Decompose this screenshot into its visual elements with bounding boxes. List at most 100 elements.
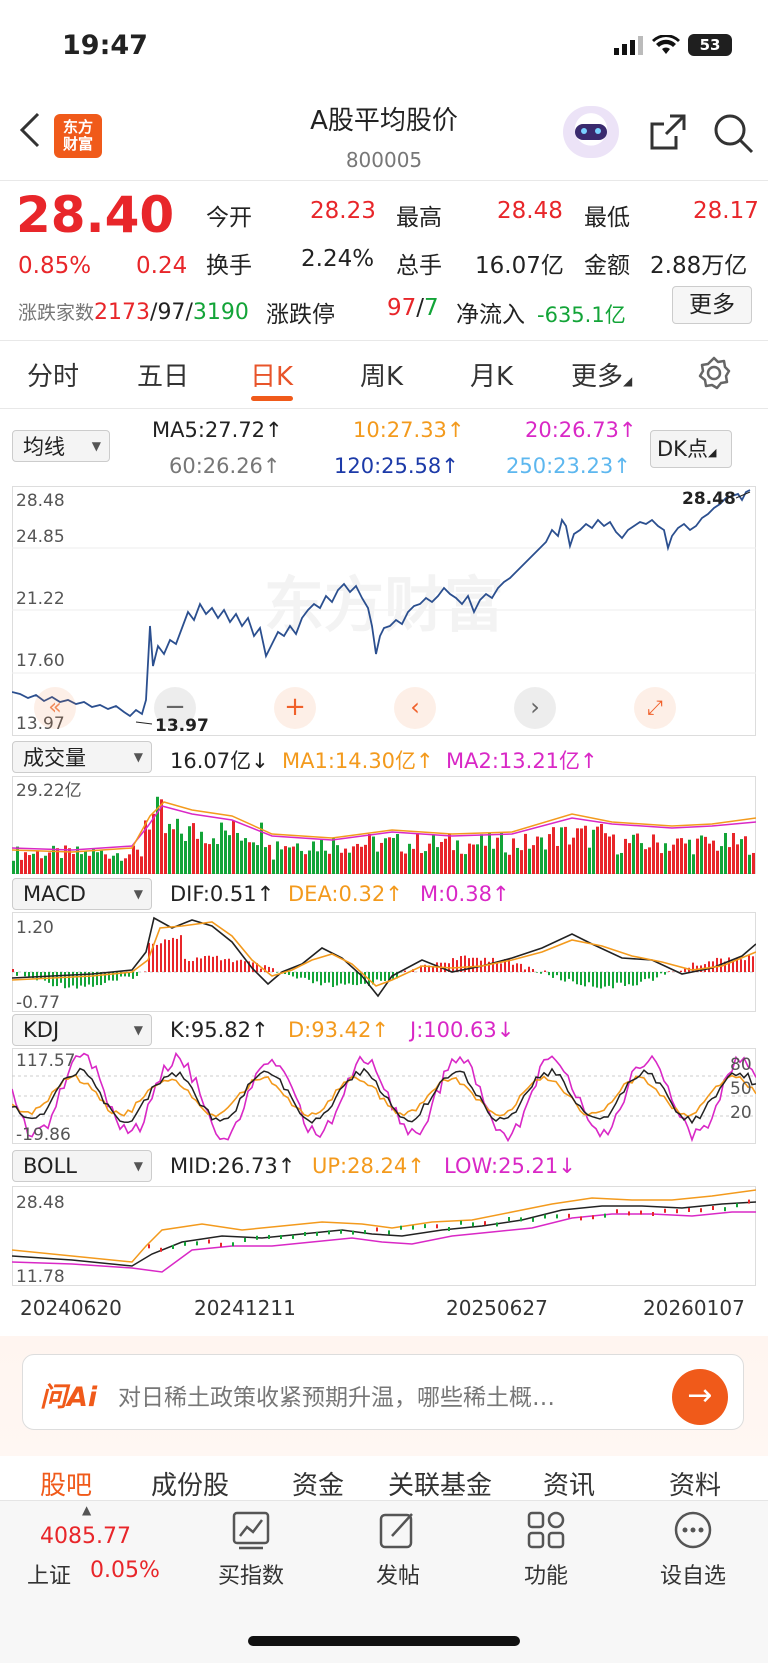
tab-monthly-k[interactable]: 月K <box>470 356 513 393</box>
volume-bar <box>348 852 351 874</box>
kdj-ref-80: 80 <box>730 1055 752 1075</box>
nav-buy-index[interactable]: 买指数 <box>196 1558 306 1590</box>
boll-candle <box>664 1208 666 1213</box>
dk-button[interactable]: DK点◢ <box>650 430 732 468</box>
kdj-top-label: 117.57 <box>16 1051 75 1071</box>
macd-selector[interactable]: MACD ▼ <box>12 878 152 910</box>
buy-index-icon[interactable] <box>231 1510 271 1550</box>
macd-bar <box>680 970 682 972</box>
robot-assistant-icon[interactable] <box>563 106 619 158</box>
macd-bar <box>632 972 634 986</box>
index-name[interactable]: 上证 <box>27 1558 71 1590</box>
zoom-in-button[interactable]: + <box>274 687 316 729</box>
ma-selector[interactable]: 均线 ▼ <box>12 430 110 462</box>
macd-bar <box>648 972 650 979</box>
share-icon[interactable] <box>648 112 688 152</box>
volume-bar <box>684 843 687 874</box>
subtab-news[interactable]: 资讯 <box>543 1465 595 1502</box>
boll-candle <box>496 1222 498 1227</box>
ma120-value: 120:25.58↑ <box>334 454 459 478</box>
subtab-related-funds[interactable]: 关联基金 <box>388 1465 492 1502</box>
scroll-left-button[interactable]: « <box>34 687 76 729</box>
boll-candle <box>340 1229 342 1234</box>
down-count: 3190 <box>192 300 249 325</box>
next-button[interactable]: › <box>514 687 556 729</box>
macd-bar <box>628 972 630 985</box>
boll-candle <box>556 1214 558 1219</box>
tab-minute[interactable]: 分时 <box>27 356 79 393</box>
subtab-guba[interactable]: 股吧 <box>40 1465 92 1502</box>
zoom-out-button[interactable]: − <box>154 687 196 729</box>
subtab-profile[interactable]: 资料 <box>669 1465 721 1502</box>
volume-bar <box>480 834 483 874</box>
volume-bar <box>344 848 347 874</box>
volume-bar <box>92 849 95 874</box>
boll-candle <box>652 1211 654 1216</box>
nav-add-watchlist[interactable]: 设自选 <box>638 1558 748 1590</box>
macd-bar <box>292 972 294 977</box>
separator: / <box>185 300 193 325</box>
more-options-icon[interactable] <box>673 1510 713 1550</box>
boll-candle <box>172 1244 174 1249</box>
settings-icon[interactable] <box>697 356 731 390</box>
volume-bar <box>188 826 191 874</box>
volume-bar <box>560 827 563 874</box>
prev-button[interactable]: ‹ <box>394 687 436 729</box>
macd-bar <box>336 972 338 986</box>
y-label-1: 28.48 <box>16 491 65 511</box>
functions-icon[interactable] <box>526 1510 566 1550</box>
volume-label: 总手 <box>396 253 442 279</box>
kdj-selector[interactable]: KDJ ▼ <box>12 1014 152 1046</box>
volume-bar <box>580 828 583 874</box>
boll-candle <box>592 1215 594 1220</box>
volume-bar <box>624 838 627 874</box>
boll-candle <box>160 1247 162 1252</box>
volume-bar <box>564 826 567 874</box>
subtab-funds-flow[interactable]: 资金 <box>292 1465 344 1502</box>
tab-more[interactable]: 更多◢ <box>571 356 632 393</box>
boll-candle <box>436 1224 438 1229</box>
volume-bar <box>688 839 691 874</box>
search-icon[interactable] <box>712 112 756 156</box>
volume-bar <box>316 851 319 874</box>
more-button[interactable]: 更多 <box>672 286 752 324</box>
expand-icon[interactable]: ▲ <box>82 1503 91 1517</box>
nav-post[interactable]: 发帖 <box>343 1558 453 1590</box>
macd-bar <box>160 943 162 972</box>
volume-top-label: 29.22亿 <box>16 781 82 801</box>
fullscreen-button[interactable]: ⤢ <box>634 687 676 729</box>
x-date-2: 20241211 <box>194 1296 296 1320</box>
tab-five-day[interactable]: 五日 <box>137 356 189 393</box>
macd-bar <box>176 938 178 972</box>
volume-bar <box>440 841 443 874</box>
volume-bar <box>28 855 31 874</box>
volume-bar <box>236 832 239 874</box>
macd-bar <box>212 956 214 972</box>
subtab-constituents[interactable]: 成份股 <box>151 1465 229 1502</box>
macd-top-label: 1.20 <box>16 918 54 938</box>
macd-bar <box>216 955 218 972</box>
index-change[interactable]: 0.05% <box>90 1558 160 1583</box>
macd-bar <box>636 972 638 986</box>
volume-bar <box>292 846 295 874</box>
up-count: 2173 <box>94 300 151 325</box>
ma-selector-label: 均线 <box>23 435 65 459</box>
tab-weekly-k[interactable]: 周K <box>360 356 403 393</box>
post-icon[interactable] <box>378 1510 418 1550</box>
volume-chart: 29.22亿 <box>12 776 756 874</box>
macd-bar <box>552 972 554 978</box>
boll-up: UP:28.24↑ <box>312 1154 425 1178</box>
volume-bar <box>284 846 287 874</box>
tab-daily-k[interactable]: 日K <box>250 356 293 393</box>
separator: / <box>416 295 425 321</box>
index-value[interactable]: 4085.77 <box>40 1524 131 1549</box>
ma10-value: 10:27.33↑ <box>353 418 465 442</box>
volume-selector[interactable]: 成交量 ▼ <box>12 741 152 773</box>
volume-bar <box>660 853 663 874</box>
boll-candle <box>448 1227 450 1232</box>
nav-functions[interactable]: 功能 <box>491 1558 601 1590</box>
ma60-value: 60:26.26↑ <box>169 454 281 478</box>
ai-submit-button[interactable]: → <box>672 1369 728 1425</box>
macd-bar <box>108 972 110 981</box>
boll-selector[interactable]: BOLL ▼ <box>12 1150 152 1182</box>
